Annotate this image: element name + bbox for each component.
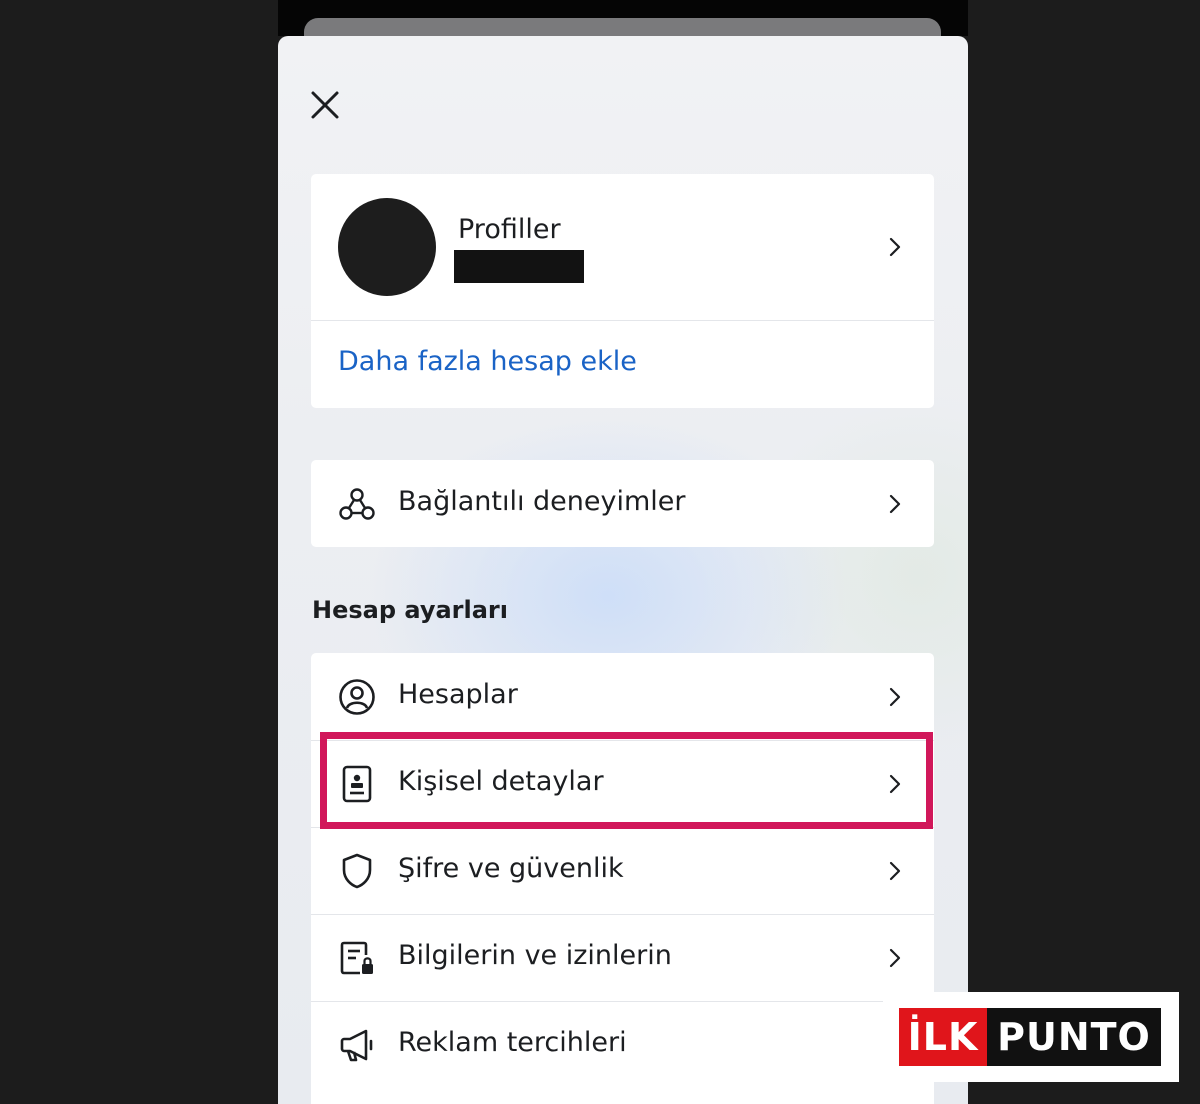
chevron-right-icon xyxy=(886,860,904,882)
divider xyxy=(311,320,934,321)
megaphone-icon xyxy=(337,1025,377,1065)
accounts-center-sheet: Profiller Daha fazla hesap ekle Bağlantı… xyxy=(278,36,968,1104)
profiles-row[interactable]: Profiller xyxy=(311,174,934,320)
connected-experiences-card: Bağlantılı deneyimler xyxy=(311,460,934,547)
settings-item-label: Bilgilerin ve izinlerin xyxy=(398,940,672,971)
settings-item-personal-details[interactable]: Kişisel detaylar xyxy=(311,740,934,827)
document-lock-icon xyxy=(337,938,377,978)
settings-item-password-security[interactable]: Şifre ve güvenlik xyxy=(311,827,934,914)
logo-ilk: İLK xyxy=(899,1008,987,1066)
settings-item-label: Reklam tercihleri xyxy=(398,1027,627,1058)
redacted-username xyxy=(454,250,584,283)
account-circle-icon xyxy=(337,677,377,717)
settings-item-label: Şifre ve güvenlik xyxy=(398,853,624,884)
id-card-icon xyxy=(337,764,377,804)
profiles-card: Profiller Daha fazla hesap ekle xyxy=(311,174,934,408)
add-account-link[interactable]: Daha fazla hesap ekle xyxy=(338,346,637,377)
settings-item-label: Kişisel detaylar xyxy=(398,766,604,797)
shield-icon xyxy=(337,851,377,891)
account-settings-card: Hesaplar Kişisel detaylar Şifre ve güven… xyxy=(311,653,934,1104)
connected-experiences-row[interactable]: Bağlantılı deneyimler xyxy=(311,460,934,547)
settings-item-label: Hesaplar xyxy=(398,679,518,710)
connected-nodes-icon xyxy=(337,484,377,524)
section-title: Hesap ayarları xyxy=(312,596,508,624)
chevron-right-icon xyxy=(886,947,904,969)
profiles-title: Profiller xyxy=(458,214,561,245)
avatar xyxy=(338,198,436,296)
settings-item-ad-preferences[interactable]: Reklam tercihleri xyxy=(311,1001,934,1088)
chevron-right-icon xyxy=(886,236,904,258)
chevron-right-icon xyxy=(886,773,904,795)
close-button[interactable] xyxy=(306,86,344,124)
ilk-punto-logo: İLK PUNTO xyxy=(889,992,1179,1082)
connected-experiences-label: Bağlantılı deneyimler xyxy=(398,486,686,517)
chevron-right-icon xyxy=(886,493,904,515)
logo-punto: PUNTO xyxy=(987,1008,1161,1066)
chevron-right-icon xyxy=(886,686,904,708)
close-icon xyxy=(311,91,339,119)
settings-item-info-permissions[interactable]: Bilgilerin ve izinlerin xyxy=(311,914,934,1001)
settings-item-accounts[interactable]: Hesaplar xyxy=(311,653,934,740)
